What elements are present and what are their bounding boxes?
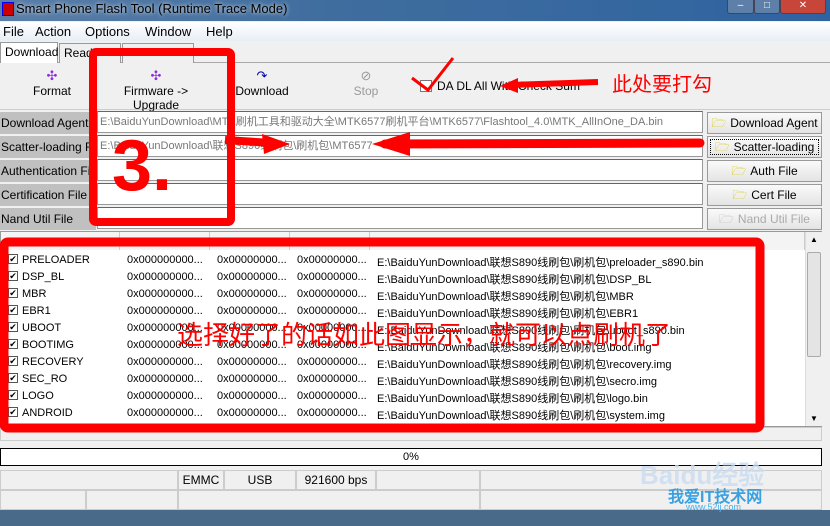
arrow-annotation [509,79,599,88]
checkmark-annotation [411,57,455,93]
list-note: 选择好了的话如此图显示，就可以点刷机了 [177,320,672,350]
watermark-url: www.52ij.com [686,502,742,512]
step-number: 3. [112,126,173,206]
arrow-annotation [262,134,290,154]
check-note: 此处要打勾 [612,74,712,96]
